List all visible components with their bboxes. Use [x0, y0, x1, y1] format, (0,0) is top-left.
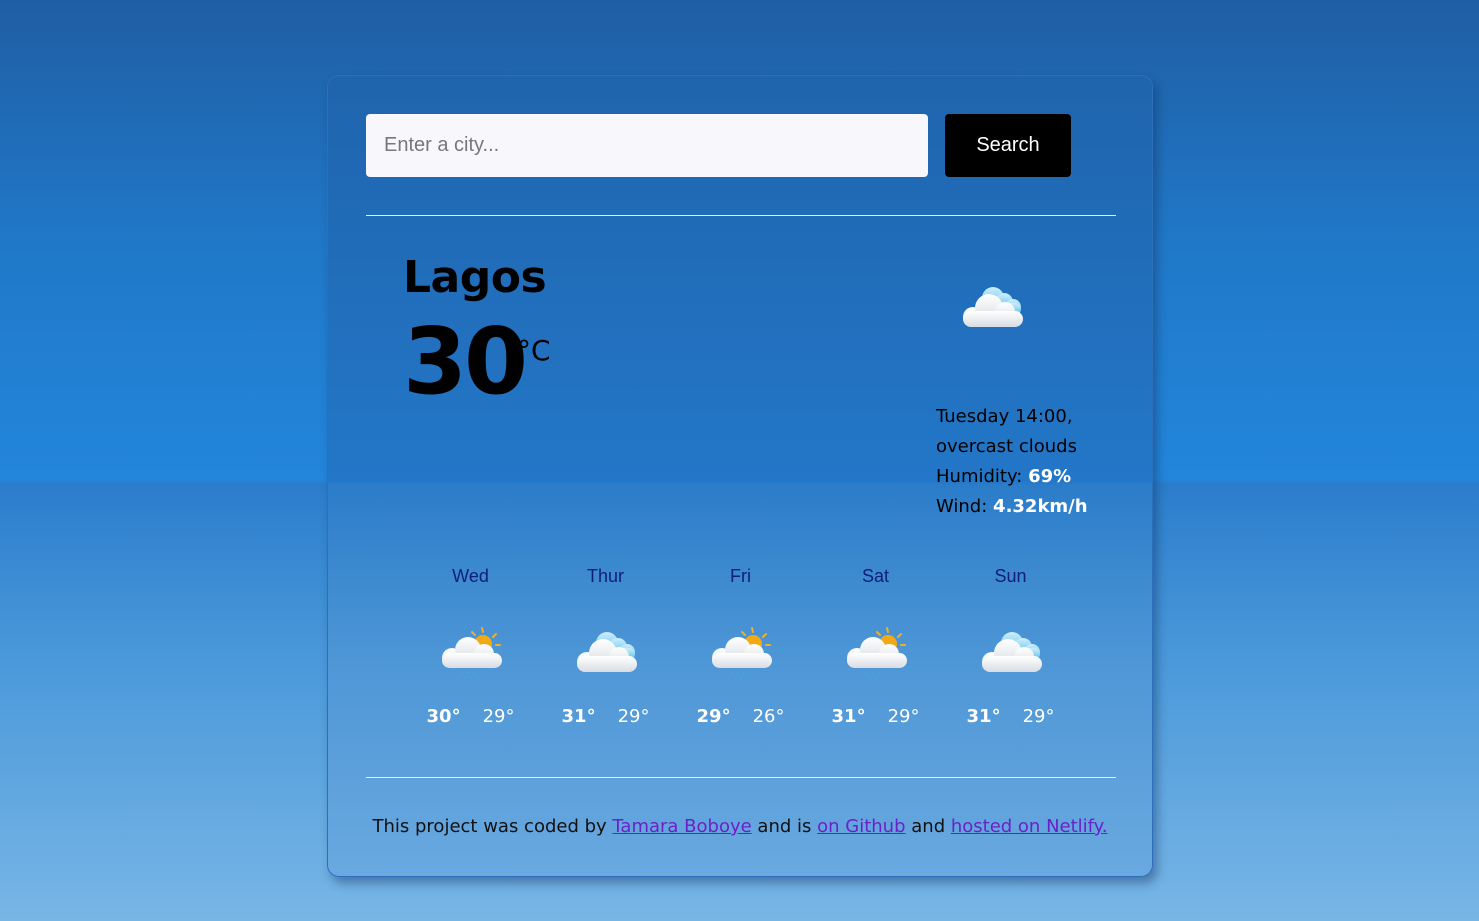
forecast-day: Fri 29° 26° — [673, 566, 808, 727]
clouds-icon — [573, 626, 639, 682]
humidity-label: Humidity: — [936, 466, 1023, 487]
forecast-temps: 31° 29° — [538, 706, 673, 727]
forecast-max-temp: 29° — [696, 706, 731, 727]
weather-card: Search Lagos 30 °C Tuesday 14:00, overca… — [327, 75, 1153, 877]
city-name: Lagos — [403, 252, 547, 303]
bottom-divider — [366, 777, 1116, 778]
forecast-min-temp: 29° — [617, 706, 650, 727]
forecast-day-label: Wed — [452, 566, 489, 586]
forecast-day-label: Thur — [586, 566, 624, 586]
wind-row: Wind: 4.32km/h — [936, 492, 1088, 522]
forecast-day-label: Sat — [861, 566, 890, 586]
forecast-min-temp: 26° — [752, 706, 785, 727]
sun-cloud-rain-icon — [843, 626, 909, 682]
weather-details: Tuesday 14:00, overcast clouds Humidity:… — [936, 402, 1088, 522]
search-button[interactable]: Search — [945, 114, 1071, 177]
forecast-day: Sun 31° 29° — [943, 566, 1078, 727]
forecast-min-temp: 29° — [482, 706, 515, 727]
forecast-max-temp: 31° — [831, 706, 866, 727]
forecast-day: Sat 31° 29° — [808, 566, 943, 727]
forecast-temps: 31° 29° — [943, 706, 1078, 727]
footer-credits: This project was coded by Tamara Boboye … — [328, 816, 1152, 837]
temperature-unit: °C — [517, 334, 551, 367]
footer-text: and is — [751, 816, 818, 837]
humidity-row: Humidity: 69% — [936, 462, 1088, 492]
forecast-max-temp: 31° — [561, 706, 596, 727]
top-divider — [366, 215, 1116, 216]
forecast-max-temp: 31° — [966, 706, 1001, 727]
overcast-clouds-icon — [955, 281, 1029, 337]
forecast-temps: 29° 26° — [673, 706, 808, 727]
footer-text: and — [905, 816, 951, 837]
netlify-link[interactable]: hosted on Netlify. — [951, 816, 1108, 837]
forecast-min-temp: 29° — [1022, 706, 1055, 727]
forecast-min-temp: 29° — [887, 706, 920, 727]
wind-label: Wind: — [936, 496, 988, 517]
sun-cloud-rain-icon — [438, 626, 504, 682]
weather-description: overcast clouds — [936, 436, 1077, 457]
search-input[interactable] — [366, 114, 928, 177]
clouds-icon — [978, 626, 1044, 682]
forecast-temps: 31° 29° — [808, 706, 943, 727]
current-temperature: 30 — [403, 308, 528, 415]
forecast-temps: 30° 29° — [403, 706, 538, 727]
forecast-max-temp: 30° — [426, 706, 461, 727]
humidity-value: 69% — [1028, 466, 1072, 487]
forecast-day-label: Sun — [994, 566, 1027, 586]
footer-text: This project was coded by — [372, 816, 613, 837]
datetime-text: Tuesday 14:00, — [936, 406, 1073, 427]
forecast-day: Thur 31° 29° — [538, 566, 673, 727]
sun-cloud-rain-icon — [708, 626, 774, 682]
forecast-day: Wed 30° 29° — [403, 566, 538, 727]
github-link[interactable]: on Github — [817, 816, 905, 837]
forecast-day-label: Fri — [730, 566, 751, 586]
wind-value: 4.32km/h — [993, 496, 1088, 517]
author-link[interactable]: Tamara Boboye — [612, 816, 751, 837]
